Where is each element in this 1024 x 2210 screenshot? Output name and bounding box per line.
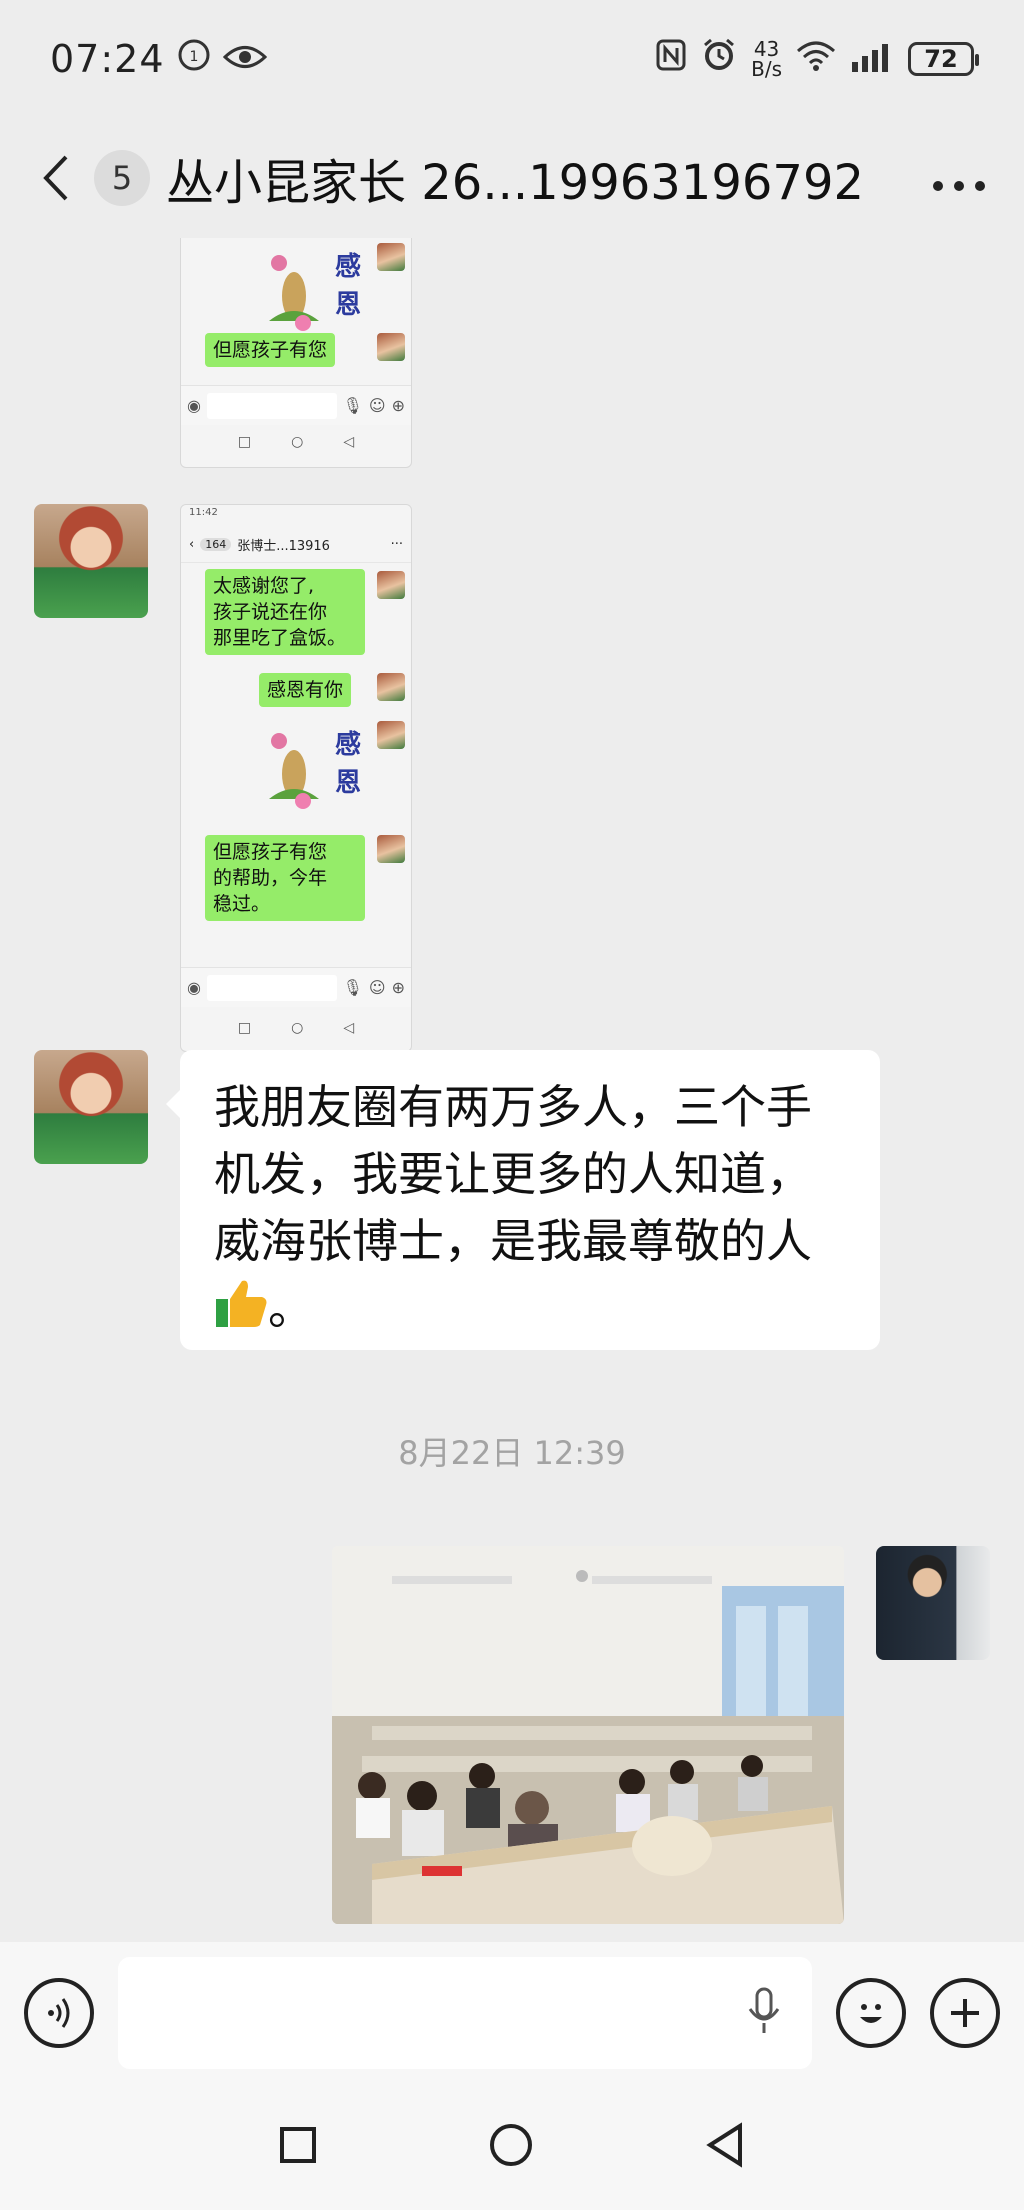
chat-message-list[interactable]: 感 恩 但愿孩子有您 ◉ 🎙 ☺ ⊕ □ ○ ◁ 11:42 ‹ 164 张博士… [0, 238, 1024, 1938]
more-actions-button[interactable] [930, 1978, 1000, 2048]
mini-mic-icon: 🎙 [342, 978, 363, 997]
message-text-end: 。 [268, 1281, 314, 1335]
mini-avatar [377, 243, 405, 271]
alarm-icon [701, 37, 737, 82]
mini-mic-icon: 🎙 [342, 396, 363, 415]
network-speed: 43 B/s [751, 39, 782, 79]
my-avatar[interactable] [876, 1546, 990, 1660]
mini-badge: 164 [200, 538, 232, 551]
net-speed-value: 43 [753, 37, 780, 61]
thanks-sticker: 感 恩 [259, 241, 369, 331]
mini-emoji-icon: ☺ [368, 978, 386, 997]
signal-icon [850, 37, 894, 81]
thumbs-up-icon [214, 1277, 268, 1347]
svg-text:1: 1 [189, 49, 198, 65]
voice-button[interactable] [24, 1978, 94, 2048]
status-bar: 07:24 1 43 B/s 72 [0, 0, 1024, 118]
mini-message-bubble: 感恩有你 [259, 673, 352, 707]
square-icon [280, 2127, 316, 2163]
microphone-icon [748, 1987, 780, 2033]
voice-icon [48, 1998, 70, 2028]
chevron-left-icon [43, 155, 68, 201]
text-message-bubble[interactable]: 我朋友圈有两万多人，三个手机发，我要让更多的人知道，威海张博士，是我最尊敬的人 … [166, 1050, 880, 1350]
circle-icon [490, 2124, 532, 2166]
emoji-icon [860, 2004, 882, 2023]
mini-avatar [377, 571, 405, 599]
home-button[interactable] [488, 2122, 534, 2172]
mini-message-bubble: 但愿孩子有您 [205, 333, 336, 367]
net-speed-unit: B/s [751, 57, 782, 81]
message-text: 我朋友圈有两万多人，三个手机发，我要让更多的人知道，威海张博士，是我最尊敬的人 [214, 1080, 812, 1268]
mini-emoji-icon: ☺ [368, 396, 386, 415]
triangle-back-icon [706, 2122, 742, 2168]
mini-square-icon: □ [237, 1020, 252, 1036]
battery-indicator: 72 [908, 42, 979, 76]
eye-icon [222, 37, 267, 81]
mini-plus-icon: ⊕ [391, 978, 405, 997]
mini-status-bar: 11:42 [181, 505, 411, 527]
classroom-photo[interactable] [332, 1546, 844, 1924]
mini-message-bubble: 但愿孩子有您 的帮助，今年 稳过。 [205, 835, 365, 921]
emoji-button[interactable] [836, 1978, 906, 2048]
mini-circle-icon: ○ [291, 1020, 304, 1036]
contact-avatar[interactable] [34, 504, 148, 618]
system-back-button[interactable] [704, 2122, 746, 2172]
chat-header: 5 丛小昆家长 26...19963196792 [0, 118, 1024, 238]
mini-title: 张博士...13916 [237, 539, 330, 554]
recent-apps-button[interactable] [278, 2125, 318, 2169]
mini-more-icon: ··· [390, 537, 403, 552]
message-timestamp: 8月22日 12:39 [398, 1434, 626, 1472]
mini-input-bar: ◉ 🎙 ☺ ⊕ [181, 385, 411, 425]
mini-voice-icon: ◉ [187, 396, 201, 415]
mini-message-bubble: 太感谢您了, 孩子说还在你 那里吃了盒饭。 [205, 569, 365, 655]
wifi-icon [796, 37, 836, 81]
mini-avatar [377, 673, 405, 701]
nfc-icon [655, 37, 687, 81]
sticker-char-1: 感 [335, 730, 361, 760]
more-options-button[interactable] [924, 153, 994, 204]
screenshot-image-2[interactable]: 11:42 ‹ 164 张博士...13916 ··· 太感谢您了, 孩子说还在… [180, 504, 412, 1052]
back-button[interactable] [40, 148, 84, 208]
mini-avatar [377, 835, 405, 863]
mini-time: 11:42 [189, 507, 218, 518]
sticker-char-2: 恩 [335, 290, 361, 320]
mini-system-nav: □ ○ ◁ [181, 425, 411, 459]
vpn-icon: 1 [177, 37, 211, 81]
mini-voice-icon: ◉ [187, 978, 201, 997]
message-input-bar [0, 1942, 1024, 2084]
plus-icon [951, 1999, 979, 2027]
mini-avatar [377, 721, 405, 749]
screenshot-image-1[interactable]: 感 恩 但愿孩子有您 ◉ 🎙 ☺ ⊕ □ ○ ◁ [180, 238, 412, 468]
system-navigation-bar [0, 2084, 1024, 2210]
mini-nav-bar: ‹ 164 张博士...13916 ··· [181, 527, 411, 563]
more-dots-icon [933, 180, 985, 191]
mini-triangle-icon: ◁ [343, 1020, 355, 1036]
mini-avatar [377, 333, 405, 361]
mini-back-icon: ‹ [189, 537, 195, 552]
mini-square-icon: □ [237, 434, 252, 450]
sticker-char-1: 感 [335, 252, 361, 282]
thanks-sticker: 感 恩 [259, 719, 369, 809]
microphone-button[interactable] [746, 1987, 782, 2039]
mini-triangle-icon: ◁ [343, 434, 355, 450]
mini-circle-icon: ○ [291, 434, 304, 450]
mini-system-nav: □ ○ ◁ [181, 1011, 411, 1045]
mini-plus-icon: ⊕ [391, 396, 405, 415]
unread-badge[interactable]: 5 [94, 150, 150, 206]
message-text-input[interactable] [118, 1957, 812, 2069]
status-time: 07:24 [50, 37, 165, 81]
mini-input-bar: ◉ 🎙 ☺ ⊕ [181, 967, 411, 1007]
sticker-char-2: 恩 [335, 768, 361, 798]
contact-avatar[interactable] [34, 1050, 148, 1164]
chat-title: 丛小昆家长 26...19963196792 [166, 155, 865, 211]
